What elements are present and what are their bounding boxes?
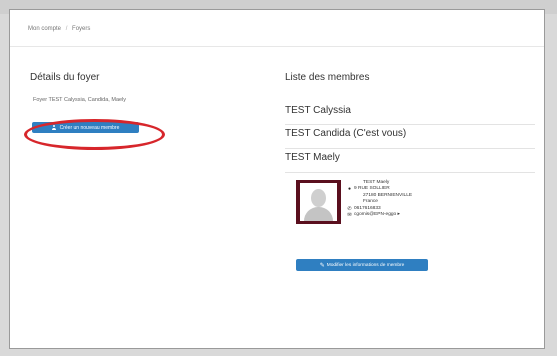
page-content: Mon compte / Foyers Détails du foyer Foy…	[9, 9, 545, 349]
avatar-shoulders	[304, 207, 333, 221]
breadcrumb-separator: /	[65, 26, 68, 32]
edit-member-button[interactable]: ✎ Modifier les informations de membre	[296, 259, 428, 271]
member-details: TEST Maely ● 9 RUE SOLLIER 27180 BERNIEN…	[347, 180, 412, 218]
breadcrumb: Mon compte / Foyers	[28, 26, 90, 32]
email-address[interactable]: cgomis@EPN-eggo ▸	[354, 212, 400, 218]
member-list-title: Liste des membres	[285, 72, 370, 83]
avatar-head	[311, 189, 326, 207]
avatar	[296, 180, 341, 224]
member-divider	[285, 148, 535, 149]
envelope-icon: ✉	[347, 212, 352, 219]
breadcrumb-foyers: Foyers	[72, 26, 91, 32]
member-item-candida[interactable]: TEST Candida (C'est vous)	[285, 128, 406, 139]
breadcrumb-divider	[10, 46, 544, 47]
edit-member-label: Modifier les informations de membre	[326, 262, 405, 268]
edit-icon: ✎	[319, 262, 325, 269]
member-item-calyssia[interactable]: TEST Calyssia	[285, 105, 351, 116]
email-row: ✉ cgomis@EPN-eggo ▸	[347, 212, 412, 218]
member-item-maely[interactable]: TEST Maely	[285, 152, 340, 163]
create-member-label: Créer un nouveau membre	[59, 124, 120, 131]
address-street: 9 RUE SOLLIER	[354, 186, 390, 192]
breadcrumb-mon-compte[interactable]: Mon compte	[28, 26, 61, 32]
member-divider	[285, 124, 535, 125]
user-icon	[52, 125, 57, 130]
create-member-button[interactable]: Créer un nouveau membre	[32, 122, 139, 133]
foyer-description: Foyer TEST Calyssia, Candida, Maely	[33, 97, 127, 103]
map-pin-icon: ●	[347, 186, 352, 193]
foyer-details-title: Détails du foyer	[30, 72, 100, 83]
member-divider	[285, 172, 535, 173]
avatar-frame	[300, 183, 337, 221]
